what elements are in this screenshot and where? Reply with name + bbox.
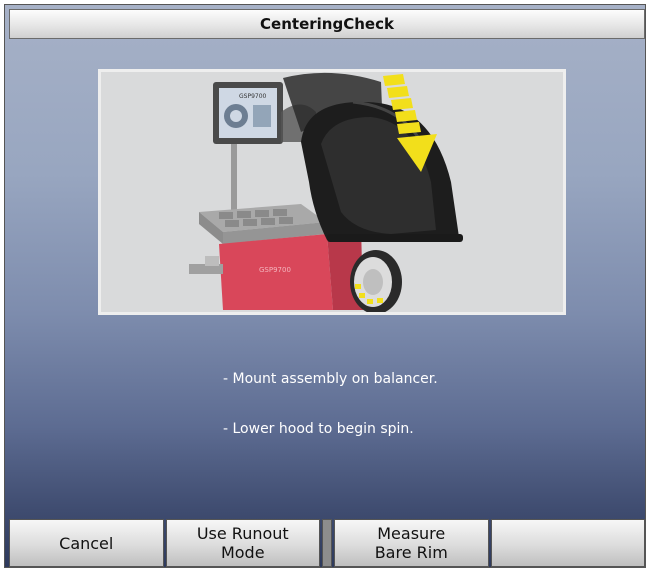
- wheel-hood: [301, 100, 463, 242]
- svg-text:GSP9700: GSP9700: [239, 93, 267, 100]
- instruction-lower-hood: - Lower hood to begin spin.: [223, 421, 414, 437]
- empty-softkey-button[interactable]: [490, 519, 645, 567]
- cancel-button-label: Cancel: [59, 533, 114, 553]
- balancer-image: GSP9700 GSP9700: [189, 72, 463, 312]
- use-runout-mode-label-line1: Use Runout: [196, 524, 289, 543]
- app-screen: CenteringCheck GSP9700 GSP9700 - Mount a…: [4, 4, 646, 568]
- use-runout-mode-button[interactable]: Use Runout Mode: [165, 519, 320, 567]
- measure-bare-rim-label-line2: Bare Rim: [374, 543, 448, 562]
- cancel-button[interactable]: Cancel: [9, 519, 164, 567]
- measure-bare-rim-label-line1: Measure: [377, 524, 446, 543]
- instruction-mount: - Mount assembly on balancer.: [223, 371, 438, 387]
- svg-text:GSP9700: GSP9700: [259, 266, 291, 274]
- cone-holder: [189, 256, 223, 274]
- balancer-illustration: GSP9700 GSP9700: [98, 69, 566, 315]
- wheel: [350, 250, 402, 312]
- footer-divider: [322, 519, 332, 567]
- window-title: CenteringCheck: [260, 15, 394, 33]
- title-bar: CenteringCheck: [9, 9, 645, 39]
- monitor: GSP9700: [213, 82, 283, 144]
- measure-bare-rim-button[interactable]: Measure Bare Rim: [334, 519, 489, 567]
- monitor-stand: [231, 142, 237, 212]
- use-runout-mode-label-line2: Mode: [220, 543, 265, 562]
- footer-button-bar: Cancel Use Runout Mode Measure Bare Rim: [9, 519, 645, 567]
